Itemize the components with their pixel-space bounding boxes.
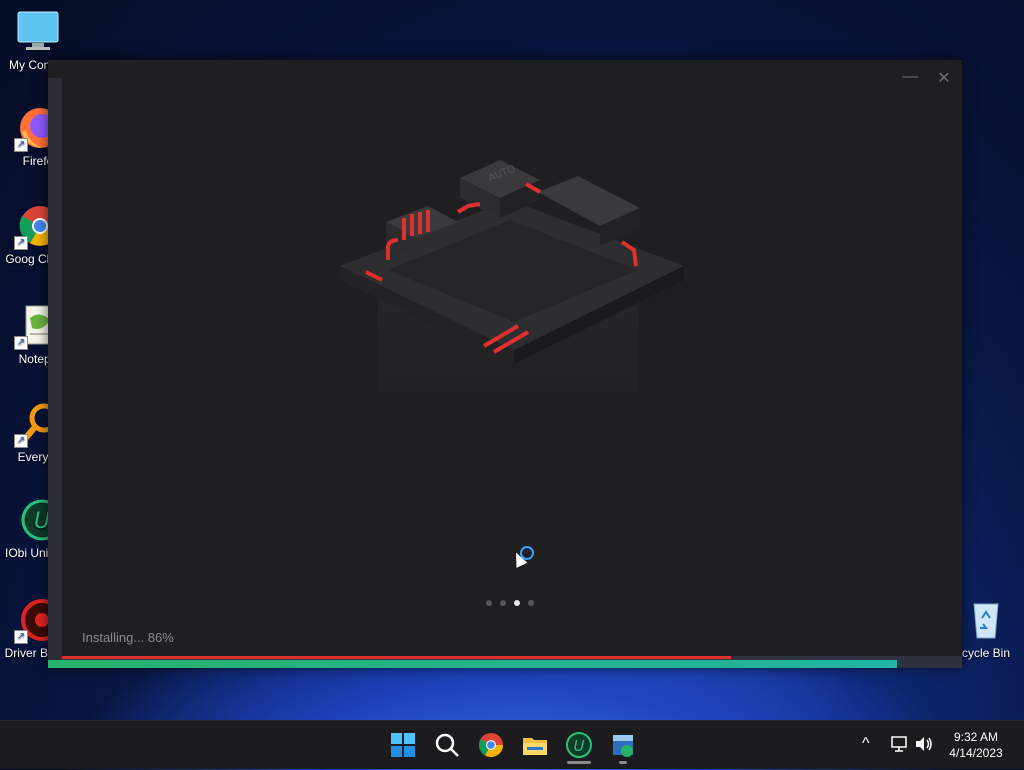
slide-dot-active[interactable] [514, 600, 520, 606]
file-explorer-taskbar-button[interactable] [521, 731, 549, 759]
progress-bar-red [62, 656, 731, 659]
installer-icon [613, 735, 633, 757]
installer-taskbar-button[interactable] [609, 731, 637, 764]
search-button[interactable] [433, 731, 461, 759]
chrome-taskbar-button[interactable] [477, 731, 505, 759]
clock-date: 4/14/2023 [949, 746, 1003, 760]
volume-icon[interactable] [914, 735, 934, 756]
shortcut-arrow-icon: ↗ [14, 630, 28, 644]
network-icon[interactable] [890, 735, 910, 756]
progress-bar-fill [48, 660, 897, 668]
shortcut-arrow-icon: ↗ [14, 434, 28, 448]
clock[interactable]: 9:32 AM 4/14/2023 [936, 729, 1016, 761]
search-icon [435, 733, 459, 757]
shortcut-arrow-icon: ↗ [14, 138, 28, 152]
chrome-icon [478, 733, 503, 758]
slide-indicator [486, 600, 534, 606]
recycle-bin-icon [964, 598, 1008, 642]
installer-window: — ✕ AUTO Installing... 86% [48, 60, 962, 668]
slide-dot[interactable] [528, 600, 534, 606]
install-status-text: Installing... 86% [82, 630, 174, 645]
slide-dot[interactable] [486, 600, 492, 606]
slide-dot[interactable] [500, 600, 506, 606]
start-button[interactable] [389, 731, 417, 759]
running-indicator [619, 761, 627, 764]
show-hidden-icons-button[interactable]: ^ [862, 735, 870, 753]
windows-logo-icon [391, 733, 415, 757]
folder-icon [523, 738, 547, 755]
iobit-uninstaller-icon: U [566, 732, 592, 758]
clock-time: 9:32 AM [953, 730, 999, 744]
monitor-icon [16, 10, 60, 54]
active-indicator [567, 761, 591, 764]
installer-illustration: AUTO [340, 160, 684, 420]
shortcut-arrow-icon: ↗ [14, 336, 28, 350]
taskbar: U ^ 9:32 AM 4/14/2023 [0, 720, 1024, 769]
shortcut-arrow-icon: ↗ [14, 236, 28, 250]
iobit-uninstaller-taskbar-button[interactable]: U [565, 731, 593, 764]
svg-text:U: U [574, 737, 585, 755]
